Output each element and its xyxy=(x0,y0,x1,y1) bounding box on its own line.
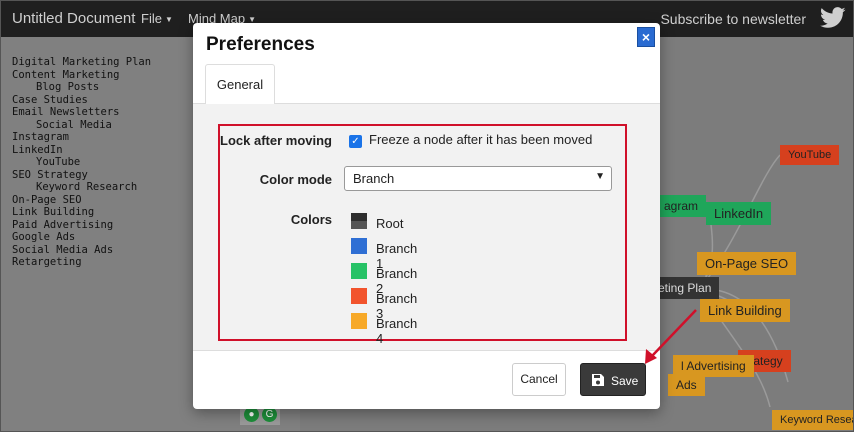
save-button[interactable]: Save xyxy=(580,363,646,396)
menu-file[interactable]: File ▼ xyxy=(141,11,173,26)
outline-list: Digital Marketing Plan Content Marketing… xyxy=(12,56,151,269)
outline-item[interactable]: SEO Strategy xyxy=(12,169,151,182)
outline-item[interactable]: YouTube xyxy=(12,156,151,169)
tab-general[interactable]: General xyxy=(205,64,275,105)
map-node[interactable]: agram xyxy=(656,195,707,217)
cancel-button[interactable]: Cancel xyxy=(512,363,566,396)
outline-item[interactable]: LinkedIn xyxy=(12,144,151,157)
color-swatch[interactable] xyxy=(351,313,367,329)
chevron-down-icon: ▼ xyxy=(595,171,605,182)
map-node[interactable]: On-Page SEO xyxy=(697,252,797,275)
dialog-footer-divider xyxy=(193,350,660,351)
freeze-node-checkbox[interactable]: ✓ xyxy=(349,135,362,148)
outline-item[interactable]: Retargeting xyxy=(12,256,151,269)
color-swatch[interactable] xyxy=(351,263,367,279)
color-mode-label: Color mode xyxy=(259,172,332,187)
grammarly-icon[interactable]: G xyxy=(262,407,277,422)
color-mode-value: Branch xyxy=(353,171,395,186)
close-button[interactable]: × xyxy=(637,27,655,47)
subscribe-link[interactable]: Subscribe to newsletter xyxy=(660,11,806,27)
dialog-title: Preferences xyxy=(206,34,315,55)
caret-down-icon: ▼ xyxy=(164,15,173,25)
outline-item[interactable]: Social Media xyxy=(12,119,151,132)
document-title[interactable]: Untitled Document xyxy=(12,10,135,27)
color-swatch[interactable] xyxy=(351,238,367,254)
outline-item[interactable]: Link Building xyxy=(12,206,151,219)
map-node[interactable]: LinkedIn xyxy=(706,202,772,225)
preferences-dialog: Preferences × General Lock after moving … xyxy=(193,23,660,409)
outline-item[interactable]: Email Newsletters xyxy=(12,106,151,119)
outline-item[interactable]: Paid Advertising xyxy=(12,219,151,232)
annotation-highlight-box xyxy=(218,124,627,341)
colors-label: Colors xyxy=(290,212,332,227)
color-swatch[interactable] xyxy=(351,213,367,229)
color-mode-select[interactable]: Branch ▼ xyxy=(344,166,612,191)
tab-bar: General xyxy=(193,64,660,105)
color-swatch[interactable] xyxy=(351,288,367,304)
map-node[interactable]: Keyword Resea xyxy=(772,410,854,430)
color-item-label: Root xyxy=(376,216,404,231)
outline-item[interactable]: Instagram xyxy=(12,131,151,144)
lightbulb-icon[interactable]: ● xyxy=(244,407,259,422)
color-item-label: Branch 4 xyxy=(376,316,418,346)
save-button-label: Save xyxy=(611,374,639,388)
outline-item[interactable]: Keyword Research xyxy=(12,181,151,194)
outline-item[interactable]: Blog Posts xyxy=(12,81,151,94)
outline-item[interactable]: Social Media Ads xyxy=(12,244,151,257)
freeze-node-label[interactable]: Freeze a node after it has been moved xyxy=(369,132,592,147)
map-node[interactable]: YouTube xyxy=(780,145,840,165)
outline-item[interactable]: Google Ads xyxy=(12,231,151,244)
menu-file-label: File xyxy=(141,11,162,26)
twitter-bird-icon[interactable] xyxy=(820,6,846,30)
outline-item[interactable]: On-Page SEO xyxy=(12,194,151,207)
map-node[interactable]: Link Building xyxy=(700,299,790,322)
outline-item[interactable]: Digital Marketing Plan xyxy=(12,56,151,69)
outline-item[interactable]: Content Marketing xyxy=(12,69,151,82)
lock-after-moving-label: Lock after moving xyxy=(220,133,332,148)
floppy-disk-icon xyxy=(592,374,604,386)
map-node[interactable]: Ads xyxy=(668,374,705,396)
outline-item[interactable]: Case Studies xyxy=(12,94,151,107)
